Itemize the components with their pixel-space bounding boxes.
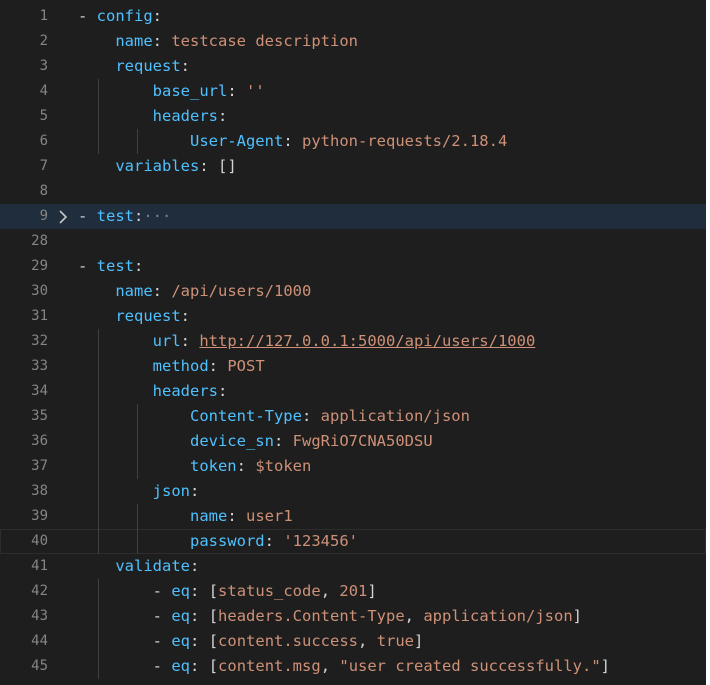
- code-line[interactable]: 34 headers:: [0, 379, 706, 404]
- line-number: 38: [31, 483, 48, 499]
- line-number: 36: [31, 433, 48, 449]
- line-number: 4: [39, 83, 48, 99]
- line-number: 40: [31, 533, 48, 549]
- code-line[interactable]: 31 request:: [0, 304, 706, 329]
- line-number: 3: [39, 58, 48, 74]
- code-text: token: $token: [189, 457, 312, 475]
- line-number: 28: [31, 233, 48, 249]
- code-text: - eq: [content.success, true]: [152, 632, 424, 650]
- code-line[interactable]: 8: [0, 179, 706, 204]
- line-number: 5: [39, 108, 48, 124]
- code-line[interactable]: 28: [0, 229, 706, 254]
- code-text: name: /api/users/1000: [115, 282, 312, 300]
- code-text: - test:···: [78, 207, 172, 225]
- line-number: 41: [31, 558, 48, 574]
- code-text: url: http://127.0.0.1:5000/api/users/100…: [152, 332, 536, 350]
- code-line[interactable]: 7 variables: []: [0, 154, 706, 179]
- indent-guide: [98, 579, 100, 679]
- code-line[interactable]: 43 - eq: [headers.Content-Type, applicat…: [0, 604, 706, 629]
- code-text: request:: [115, 57, 190, 75]
- code-line[interactable]: 3 request:: [0, 54, 706, 79]
- code-text: request:: [115, 307, 190, 325]
- code-line[interactable]: 41 validate:: [0, 554, 706, 579]
- code-line[interactable]: 4 base_url: '': [0, 79, 706, 104]
- code-text: variables: []: [115, 157, 237, 175]
- line-number: 44: [31, 633, 48, 649]
- line-number: 42: [31, 583, 48, 599]
- code-line[interactable]: 42 - eq: [status_code, 201]: [0, 579, 706, 604]
- code-text: json:: [152, 482, 200, 500]
- window-edge: [706, 0, 710, 685]
- code-text: User-Agent: python-requests/2.18.4: [189, 132, 508, 150]
- line-number: 7: [39, 158, 48, 174]
- code-text: - eq: [headers.Content-Type, application…: [152, 607, 582, 625]
- indent-guide: [137, 404, 139, 479]
- line-number: 2: [39, 33, 48, 49]
- line-number: 39: [31, 508, 48, 524]
- code-line[interactable]: 44 - eq: [content.success, true]: [0, 629, 706, 654]
- code-text: name: testcase description: [115, 32, 358, 50]
- line-number: 9: [39, 208, 48, 224]
- code-line[interactable]: 1 - config:: [0, 4, 706, 29]
- code-line[interactable]: 9 - test:···: [0, 204, 706, 229]
- code-line[interactable]: 32 url: http://127.0.0.1:5000/api/users/…: [0, 329, 706, 354]
- line-number: 29: [31, 258, 48, 274]
- code-text: method: POST: [152, 357, 265, 375]
- code-text: - config:: [78, 7, 163, 25]
- code-line[interactable]: 38 json:: [0, 479, 706, 504]
- indent-guide: [137, 504, 139, 554]
- line-number: 31: [31, 308, 48, 324]
- code-line[interactable]: 30 name: /api/users/1000: [0, 279, 706, 304]
- line-number: 6: [39, 133, 48, 149]
- code-text: base_url: '': [152, 82, 265, 100]
- line-number: 35: [31, 408, 48, 424]
- indent-guide: [98, 329, 100, 554]
- line-number: 43: [31, 608, 48, 624]
- code-text: headers:: [152, 107, 228, 125]
- line-number: 45: [31, 658, 48, 674]
- line-number: 30: [31, 283, 48, 299]
- code-line[interactable]: 29 - test:: [0, 254, 706, 279]
- code-text: password: '123456': [189, 532, 358, 550]
- code-line[interactable]: 35 Content-Type: application/json: [0, 404, 706, 429]
- code-text: name: user1: [189, 507, 293, 525]
- code-text: - eq: [content.msg, "user created succes…: [152, 657, 610, 675]
- code-line[interactable]: 37 token: $token: [0, 454, 706, 479]
- chevron-right-icon[interactable]: [56, 210, 70, 224]
- line-number: 33: [31, 358, 48, 374]
- code-line[interactable]: 33 method: POST: [0, 354, 706, 379]
- code-text: - test:: [78, 257, 144, 275]
- code-line[interactable]: 36 device_sn: FwgRiO7CNA50DSU: [0, 429, 706, 454]
- code-line[interactable]: 39 name: user1: [0, 504, 706, 529]
- line-number: 1: [39, 8, 48, 24]
- code-text: device_sn: FwgRiO7CNA50DSU: [189, 432, 433, 450]
- code-line[interactable]: 6 User-Agent: python-requests/2.18.4: [0, 129, 706, 154]
- line-number: 34: [31, 383, 48, 399]
- code-line[interactable]: 5 headers:: [0, 104, 706, 129]
- line-number: 37: [31, 458, 48, 474]
- code-text: - eq: [status_code, 201]: [152, 582, 377, 600]
- code-line[interactable]: 45 - eq: [content.msg, "user created suc…: [0, 654, 706, 679]
- code-text: validate:: [115, 557, 200, 575]
- code-editor[interactable]: 1- config: 2 name: testcase description 3 …: [0, 0, 706, 685]
- indent-guide: [137, 129, 139, 154]
- code-text: headers:: [152, 382, 228, 400]
- line-number: 32: [31, 333, 48, 349]
- code-line[interactable]: 40 password: '123456': [0, 529, 706, 554]
- line-number: 8: [39, 183, 48, 199]
- code-line[interactable]: 2 name: testcase description: [0, 29, 706, 54]
- indent-guide: [98, 79, 100, 154]
